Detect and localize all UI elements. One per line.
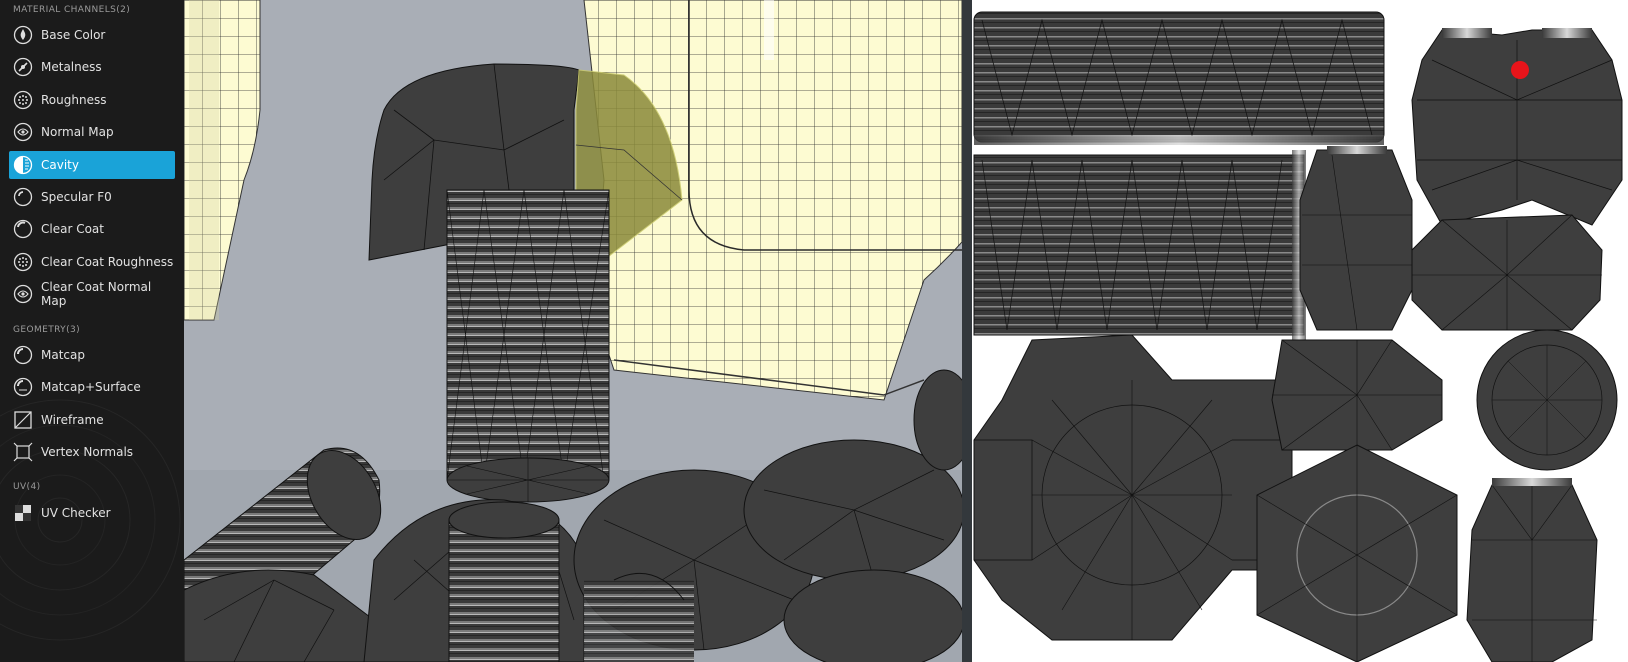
- menu-item-label: Matcap: [41, 348, 85, 362]
- menu-item-normal-map[interactable]: Normal Map: [9, 118, 175, 146]
- uv-layout: [972, 0, 1628, 662]
- normal-map-icon: [13, 122, 33, 142]
- normal-map-icon: [13, 284, 33, 304]
- specular-icon: [13, 187, 33, 207]
- menu-item-roughness[interactable]: Roughness: [9, 86, 175, 114]
- metal-icon: [13, 57, 33, 77]
- menu-item-clear-coat[interactable]: Clear Coat: [9, 215, 175, 243]
- menu-item-vertex-normals[interactable]: Vertex Normals: [9, 438, 175, 466]
- menu-item-label: Clear Coat: [41, 222, 104, 236]
- cavity-icon: [13, 155, 33, 175]
- menu-item-label: Specular F0: [41, 190, 112, 204]
- menu-item-label: Cavity: [41, 158, 79, 172]
- menu-item-cavity[interactable]: Cavity: [9, 151, 175, 179]
- wireframe-icon: [13, 410, 33, 430]
- menu-item-label: Wireframe: [41, 413, 104, 427]
- menu-item-base-color[interactable]: Base Color: [9, 21, 175, 49]
- menu-item-label: Normal Map: [41, 125, 114, 139]
- uv-editor-view[interactable]: [972, 0, 1628, 662]
- checker-icon: [13, 503, 33, 523]
- menu-item-label: Base Color: [41, 28, 106, 42]
- matcap-surface-icon: [13, 377, 33, 397]
- section-title-uv: UV(4): [13, 482, 41, 492]
- matcap-icon: [13, 345, 33, 365]
- menu-item-label: Metalness: [41, 60, 102, 74]
- roughness-icon: [13, 90, 33, 110]
- menu-item-label: Roughness: [41, 93, 107, 107]
- panel-divider[interactable]: [962, 0, 972, 662]
- clear-coat-icon: [13, 219, 33, 239]
- vertex-normals-icon: [13, 442, 33, 462]
- section-title-geometry: GEOMETRY(3): [13, 325, 81, 335]
- menu-item-matcap[interactable]: Matcap: [9, 341, 175, 369]
- droplet-icon: [13, 25, 33, 45]
- menu-item-matcap-surface[interactable]: Matcap+Surface: [9, 373, 175, 401]
- 3d-viewport[interactable]: [184, 0, 962, 662]
- menu-item-wireframe[interactable]: Wireframe: [9, 406, 175, 434]
- section-title-material-channels: MATERIAL CHANNELS(2): [13, 5, 131, 15]
- menu-item-label: UV Checker: [41, 506, 111, 520]
- menu-item-clear-coat-roughness[interactable]: Clear Coat Roughness: [9, 248, 175, 276]
- sidebar: MATERIAL CHANNELS(2) Base Color Metalnes…: [0, 0, 184, 662]
- menu-item-clear-coat-normal-map[interactable]: Clear Coat Normal Map: [9, 280, 175, 308]
- menu-item-metalness[interactable]: Metalness: [9, 53, 175, 81]
- viewport-scene: [184, 0, 962, 662]
- menu-item-uv-checker[interactable]: UV Checker: [9, 499, 175, 527]
- menu-item-specular-f0[interactable]: Specular F0: [9, 183, 175, 211]
- roughness-icon: [13, 252, 33, 272]
- menu-item-label: Clear Coat Roughness: [41, 255, 174, 269]
- menu-item-label: Clear Coat Normal Map: [41, 280, 152, 308]
- menu-item-label: Matcap+Surface: [41, 380, 141, 394]
- menu-item-label: Vertex Normals: [41, 445, 134, 459]
